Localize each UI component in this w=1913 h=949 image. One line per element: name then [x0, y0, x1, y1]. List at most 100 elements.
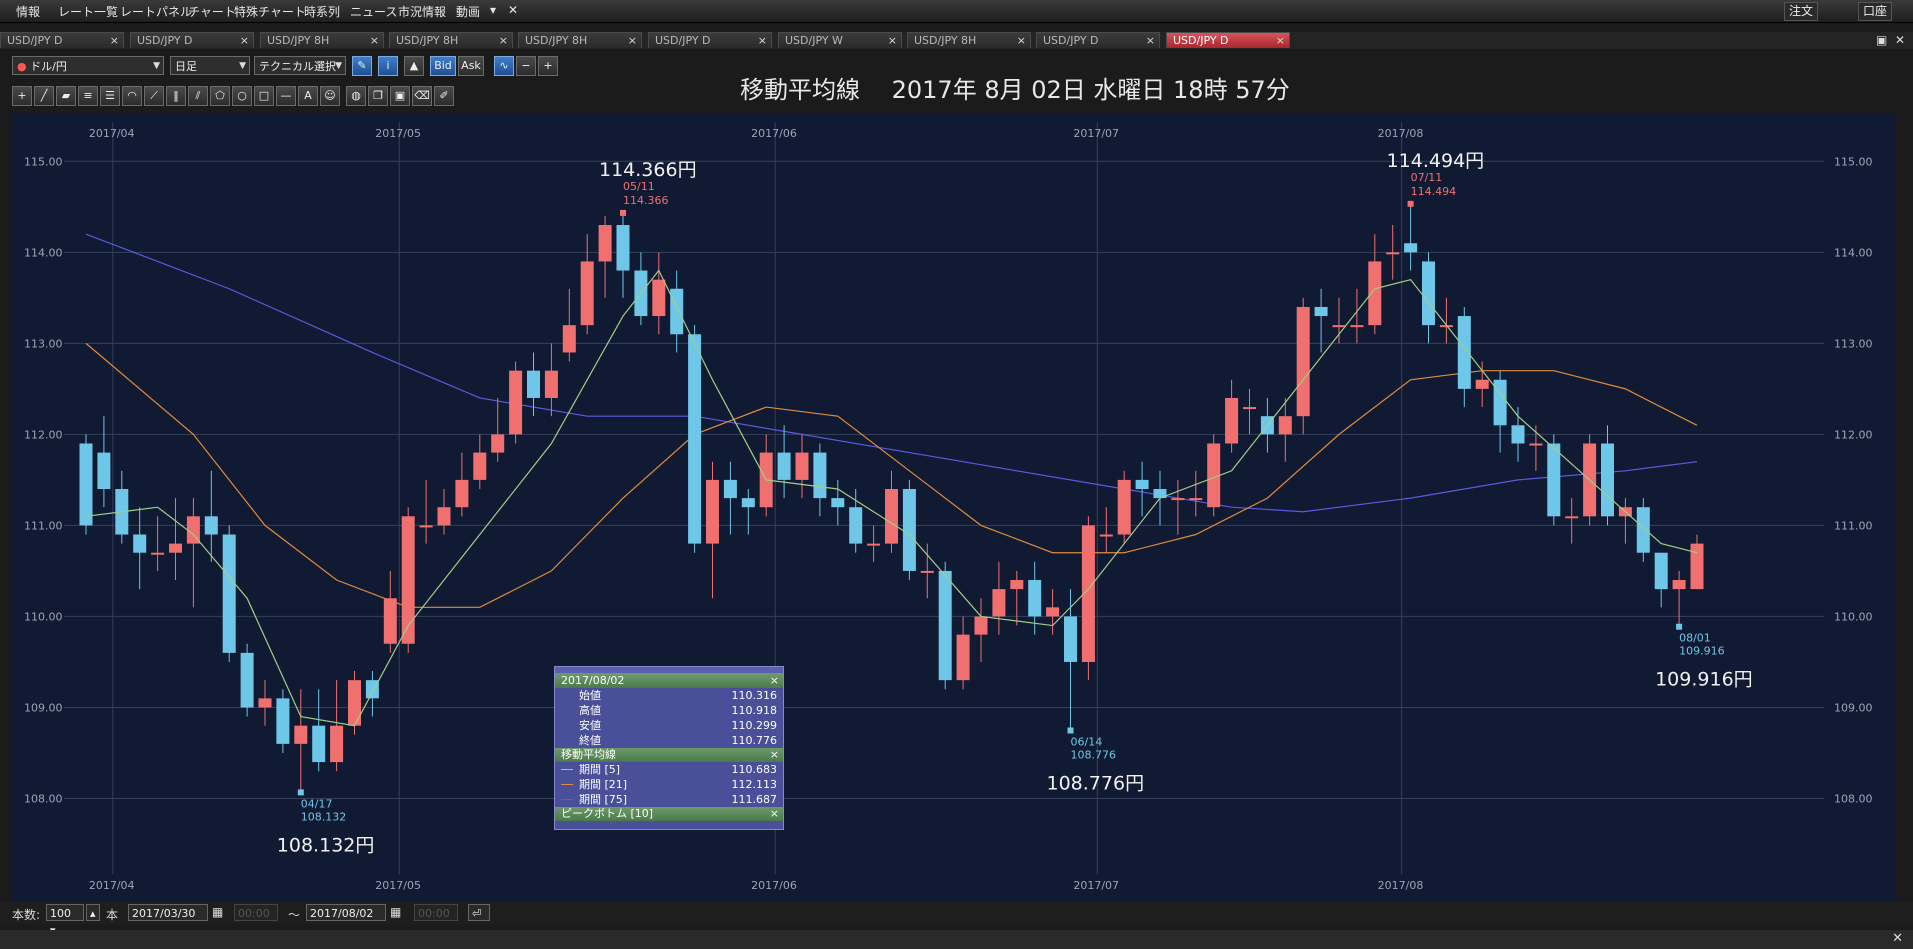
- tab-close-icon[interactable]: ×: [240, 33, 249, 49]
- menu-close-icon[interactable]: ✕: [508, 3, 518, 17]
- tab-close-icon[interactable]: ×: [370, 33, 379, 49]
- tab-close-icon[interactable]: ×: [1017, 33, 1026, 49]
- trendline-icon[interactable]: ╱: [34, 86, 54, 106]
- text-icon[interactable]: A: [298, 86, 318, 106]
- pentagon-icon[interactable]: ⬠: [210, 86, 230, 106]
- tab-close-icon[interactable]: ×: [1276, 33, 1285, 49]
- delete-all-icon[interactable]: ✐: [434, 86, 454, 106]
- menu-timeseries[interactable]: 時系列: [304, 3, 340, 20]
- candle-body: [222, 534, 236, 653]
- candle-body: [455, 479, 469, 508]
- tab-chart[interactable]: USD/JPY 8H ×: [518, 32, 642, 48]
- tab-close-icon[interactable]: ×: [888, 33, 897, 49]
- chart-style-icon[interactable]: ▲: [404, 56, 424, 76]
- order-label: 注文: [1789, 4, 1814, 18]
- info-icon[interactable]: i: [378, 56, 398, 76]
- multi-hlines-icon[interactable]: ☰: [100, 86, 120, 106]
- count-select[interactable]: 100 ▾: [46, 904, 84, 937]
- vlines-icon[interactable]: ‖: [166, 86, 186, 106]
- gann-icon[interactable]: ⟋: [144, 86, 164, 106]
- close-icon[interactable]: ×: [770, 674, 779, 688]
- tab-chart[interactable]: USD/JPY 8H ×: [260, 32, 384, 48]
- count-stepper[interactable]: ▴: [86, 904, 100, 921]
- tab-close-icon[interactable]: ×: [1146, 33, 1155, 49]
- menu-special-chart[interactable]: 特殊チャート: [234, 3, 306, 20]
- y-tick-label-right: 114.00: [1834, 246, 1873, 259]
- zoom-in-icon[interactable]: +: [538, 56, 558, 76]
- indicator-icon[interactable]: ∿: [494, 56, 514, 76]
- eraser-icon[interactable]: ⌫: [412, 86, 432, 106]
- candle-body: [204, 516, 218, 535]
- tab-chart[interactable]: USD/JPY D ×: [1166, 32, 1290, 48]
- menu-chart[interactable]: チャート: [188, 3, 236, 20]
- y-tick-label-left: 115.00: [24, 155, 63, 168]
- tab-close-icon[interactable]: ×: [758, 33, 767, 49]
- candle-body: [437, 507, 451, 526]
- tab-chart[interactable]: USD/JPY D ×: [130, 32, 254, 48]
- menu-market-info[interactable]: 市況情報: [398, 3, 446, 20]
- tab-chart[interactable]: USD/JPY W ×: [778, 32, 902, 48]
- tab-close-icon[interactable]: ×: [110, 33, 119, 49]
- fan-icon[interactable]: ◠: [122, 86, 142, 106]
- row-label: 期間 [75]: [579, 793, 628, 806]
- candle-body: [741, 498, 755, 508]
- tab-chart[interactable]: USD/JPY 8H ×: [907, 32, 1031, 48]
- window-close-icon[interactable]: ✕: [1895, 33, 1905, 47]
- menu-info[interactable]: 情報: [16, 3, 40, 20]
- panel-ma-header: 移動平均線 ×: [555, 748, 783, 762]
- emoji-icon[interactable]: ☺: [320, 86, 340, 106]
- row-label: 安値: [579, 719, 601, 732]
- pen-icon[interactable]: ✎: [352, 56, 372, 76]
- currency-pair-select[interactable]: ● ドル/円 ▼: [12, 56, 164, 75]
- close-icon[interactable]: ×: [770, 807, 779, 821]
- candle-body: [885, 489, 898, 544]
- select-icon[interactable]: ◍: [346, 86, 366, 106]
- menu-rate-panel[interactable]: レートパネル: [120, 3, 192, 20]
- refresh-button[interactable]: ⏎: [468, 904, 490, 921]
- rectangle-icon[interactable]: □: [254, 86, 274, 106]
- technical-value: テクニカル選択: [259, 60, 336, 73]
- technical-select[interactable]: テクニカル選択 ▼: [254, 56, 346, 75]
- circle-icon[interactable]: ○: [232, 86, 252, 106]
- hline-icon[interactable]: —: [276, 86, 296, 106]
- crosshair-icon[interactable]: +: [12, 86, 32, 106]
- panel-grip[interactable]: [555, 667, 783, 674]
- zoom-out-icon[interactable]: −: [516, 56, 536, 76]
- candle-body: [795, 452, 809, 480]
- panel-peak-header: ピークボトム [10] ×: [555, 807, 783, 821]
- maximize-icon[interactable]: ▣: [1876, 33, 1887, 47]
- price-chart[interactable]: 115.00 115.00 114.00 114.00 113.00 113.00 112.…: [12, 114, 1896, 901]
- calendar-icon[interactable]: ▦: [390, 905, 401, 919]
- tab-close-icon[interactable]: ×: [499, 33, 508, 49]
- menu-news[interactable]: ニュース: [350, 3, 397, 20]
- y-tick-label-left: 109.00: [24, 701, 63, 714]
- close-icon[interactable]: ×: [770, 748, 779, 762]
- lock-icon[interactable]: ▣: [390, 86, 410, 106]
- menu-rate-list[interactable]: レート一覧: [58, 3, 118, 20]
- tab-chart[interactable]: USD/JPY 8H ×: [389, 32, 513, 48]
- y-tick-label-left: 108.00: [24, 792, 63, 805]
- footer-close-icon[interactable]: ✕: [1892, 931, 1903, 946]
- tab-chart[interactable]: USD/JPY D ×: [648, 32, 772, 48]
- from-date-input[interactable]: 2017/03/30: [128, 904, 208, 921]
- candle-body: [902, 489, 916, 571]
- to-date-input[interactable]: 2017/08/02: [306, 904, 386, 921]
- account-button[interactable]: 口座: [1858, 2, 1893, 21]
- bid-button[interactable]: Bid: [430, 56, 456, 76]
- data-window-panel[interactable]: 2017/08/02 × 始値 110.316 高値 110.918 安値 110.29…: [554, 666, 784, 830]
- tab-chart[interactable]: USD/JPY D ×: [1036, 32, 1160, 48]
- tab-close-icon[interactable]: ×: [628, 33, 637, 49]
- ruler-icon[interactable]: ▰: [56, 86, 76, 106]
- timeframe-select[interactable]: 日足 ▼: [170, 56, 250, 75]
- hlines-icon[interactable]: ≡: [78, 86, 98, 106]
- candle-body: [1475, 379, 1489, 389]
- calendar-icon[interactable]: ▦: [212, 905, 223, 919]
- copy-icon[interactable]: ❐: [368, 86, 388, 106]
- tab-chart[interactable]: USD/JPY D ×: [0, 32, 124, 48]
- order-button[interactable]: 注文: [1784, 2, 1819, 21]
- panel-peak-title: ピークボトム [10]: [561, 807, 654, 820]
- menu-dropdown-icon[interactable]: ▾: [490, 3, 496, 17]
- menu-video[interactable]: 動画: [456, 3, 480, 20]
- ask-button[interactable]: Ask: [458, 56, 484, 76]
- channel-icon[interactable]: ⫽: [188, 86, 208, 106]
